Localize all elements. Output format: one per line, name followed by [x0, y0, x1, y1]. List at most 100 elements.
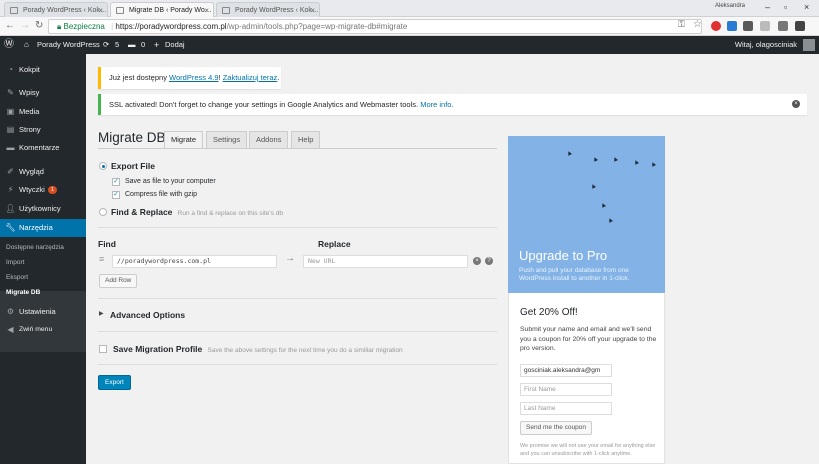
key-icon[interactable]: ⚿ [678, 19, 685, 30]
sidebar-item-label: Narzędzia [19, 223, 53, 232]
dashboard-icon: ◔ [8, 65, 13, 74]
browser-tab-active[interactable]: Migrate DB ‹ Porady Wo… × [110, 2, 214, 17]
tab-migrate[interactable]: Migrate [164, 131, 204, 149]
export-button[interactable]: Export [98, 375, 131, 390]
minimize-icon[interactable]: – [765, 2, 770, 12]
extension-icon[interactable] [743, 21, 753, 31]
browser-tab-title: Migrate DB ‹ Porady Wo… [129, 7, 212, 14]
comments-icon[interactable]: ▬ [128, 36, 136, 54]
sidebar-item-label: Wtyczki [19, 185, 45, 194]
sidebar-item-pages[interactable]: ▤ Strony [0, 121, 86, 139]
close-icon[interactable]: × [98, 3, 103, 17]
update-now-link[interactable]: Zaktualizuj teraz [223, 73, 278, 82]
arrow-right-icon: → [285, 253, 295, 264]
sidebar-item-settings[interactable]: ⚙ Ustawienia [0, 303, 86, 321]
browser-tab[interactable]: Porady WordPress ‹ Kok… × [216, 2, 320, 17]
sidebar-item-dashboard[interactable]: ◔ Kokpit [0, 61, 86, 79]
add-row-button[interactable]: Add Row [99, 274, 138, 288]
reload-icon[interactable]: ↻ [35, 20, 43, 31]
submenu-item-migrate-db[interactable]: Migrate DB [0, 285, 86, 300]
update-notice-text: Już jest dostępny [109, 73, 167, 82]
comments-icon: ▬ [6, 143, 15, 152]
site-name-link[interactable]: Porady WordPress [37, 36, 100, 54]
sidebar-item-plugins[interactable]: ⚡︎ Wtyczki 1 [0, 181, 86, 199]
find-input[interactable]: //poradywordpress.com.pl [112, 255, 277, 268]
ssl-notice-text: SSL activated! Don't forget to change yo… [109, 100, 419, 109]
add-new-link[interactable]: Dodaj [165, 36, 185, 54]
extension-icon[interactable] [727, 21, 737, 31]
sidebar-item-label: Wygląd [19, 167, 44, 176]
browser-tab-title: Porady WordPress ‹ Kok… [23, 7, 107, 14]
section-divider [98, 298, 497, 299]
comments-count[interactable]: 0 [141, 36, 145, 54]
avatar[interactable] [803, 39, 815, 51]
remove-row-icon[interactable]: × [473, 257, 481, 265]
replace-input[interactable]: New URL [303, 255, 468, 268]
expand-triangle-icon[interactable]: ▶ [99, 310, 104, 317]
secure-label: Bezpieczna [63, 22, 105, 31]
dismiss-notice-icon[interactable]: × [792, 100, 800, 108]
bird-icon: ▲ [588, 181, 599, 192]
submenu-item-import[interactable]: Import [0, 255, 86, 270]
sidebar-item-tools[interactable]: 🔧︎ Narzędzia [0, 219, 86, 237]
more-info-link[interactable]: More info. [420, 100, 453, 109]
advanced-options-toggle[interactable]: Advanced Options [110, 310, 185, 320]
opera-icon[interactable] [711, 21, 721, 31]
page-title: Migrate DB [98, 130, 166, 145]
plus-icon[interactable]: + [154, 36, 159, 54]
page-icon [222, 7, 230, 14]
sidebar-item-collapse[interactable]: ◀ Zwiń menu [0, 321, 86, 339]
wordpress-version-link[interactable]: WordPress 4.9 [169, 73, 218, 82]
extension-icon[interactable] [778, 21, 788, 31]
first-name-field[interactable]: First Name [520, 383, 612, 396]
compress-label: Compress file with gzip [125, 191, 197, 198]
section-divider [98, 227, 497, 228]
sidebar-item-media[interactable]: ▣ Media [0, 103, 86, 121]
save-as-file-checkbox[interactable]: ✓ [112, 178, 120, 186]
sidebar-item-users[interactable]: 👤︎ Użytkownicy [0, 200, 86, 218]
tab-addons[interactable]: Addons [249, 131, 289, 148]
export-file-label: Export File [111, 161, 155, 171]
greeting[interactable]: Witaj, olagosciniak [735, 36, 797, 54]
lock-icon: 🔒︎ [57, 22, 62, 31]
ssl-notice: SSL activated! Don't forget to change yo… [98, 94, 807, 115]
plugin-icon: ⚡︎ [7, 185, 14, 194]
help-icon[interactable]: ? [485, 257, 493, 265]
save-profile-checkbox[interactable] [99, 345, 107, 353]
last-name-field[interactable]: Last Name [520, 402, 612, 415]
updates-count[interactable]: 5 [115, 36, 119, 54]
sidebar-item-appearance[interactable]: ✐ Wygląd [0, 163, 86, 181]
forward-icon[interactable]: → [20, 20, 30, 31]
browser-tab[interactable]: Porady WordPress ‹ Kok… × [4, 2, 108, 17]
submenu-item-available-tools[interactable]: Dostępne narzędzia [0, 240, 86, 255]
find-replace-radio[interactable] [99, 208, 107, 216]
export-file-radio[interactable] [99, 162, 107, 170]
compress-checkbox[interactable]: ✓ [112, 191, 120, 199]
sidebar-item-comments[interactable]: ▬ Komentarze [0, 139, 86, 157]
close-icon[interactable]: × [204, 3, 209, 17]
send-coupon-button[interactable]: Send me the coupon [520, 421, 592, 435]
address-bar[interactable]: 🔒︎ Bezpieczna | https://poradywordpress.… [48, 19, 702, 34]
tab-help[interactable]: Help [291, 131, 321, 148]
updates-icon[interactable]: ⟳ [103, 36, 109, 54]
section-divider [98, 331, 497, 332]
back-icon[interactable]: ← [5, 20, 15, 31]
wordpress-logo-icon[interactable]: Ⓦ [4, 36, 14, 54]
extension-icon[interactable] [795, 21, 805, 31]
replace-header: Replace [318, 239, 351, 249]
close-icon[interactable]: × [310, 3, 315, 17]
maximize-icon[interactable]: ▫ [784, 2, 787, 12]
email-field[interactable]: gosciniak.aleksandra@gm [520, 364, 612, 377]
tab-settings[interactable]: Settings [206, 131, 248, 148]
admin-sidebar: ◔ Kokpit ✎ Wpisy ▣ Media ▤ Strony ▬ Kome… [0, 54, 86, 464]
sidebar-item-posts[interactable]: ✎ Wpisy [0, 84, 86, 102]
submenu-item-export[interactable]: Eksport [0, 270, 86, 285]
close-window-icon[interactable]: × [804, 2, 809, 12]
drag-handle-icon[interactable]: ≡ [99, 254, 104, 264]
star-icon[interactable]: ☆ [693, 19, 702, 30]
extension-icon[interactable] [760, 21, 770, 31]
save-profile-desc: Save the above settings for the next tim… [207, 347, 403, 354]
bird-icon: ▲ [564, 148, 575, 159]
sidebar-item-label: Komentarze [19, 143, 60, 152]
upgrade-promo-banner[interactable]: ▲ ▲ ▲ ▲ ▲ ▲ ▲ ▲ Upgrade to Pro Push and … [508, 136, 665, 293]
